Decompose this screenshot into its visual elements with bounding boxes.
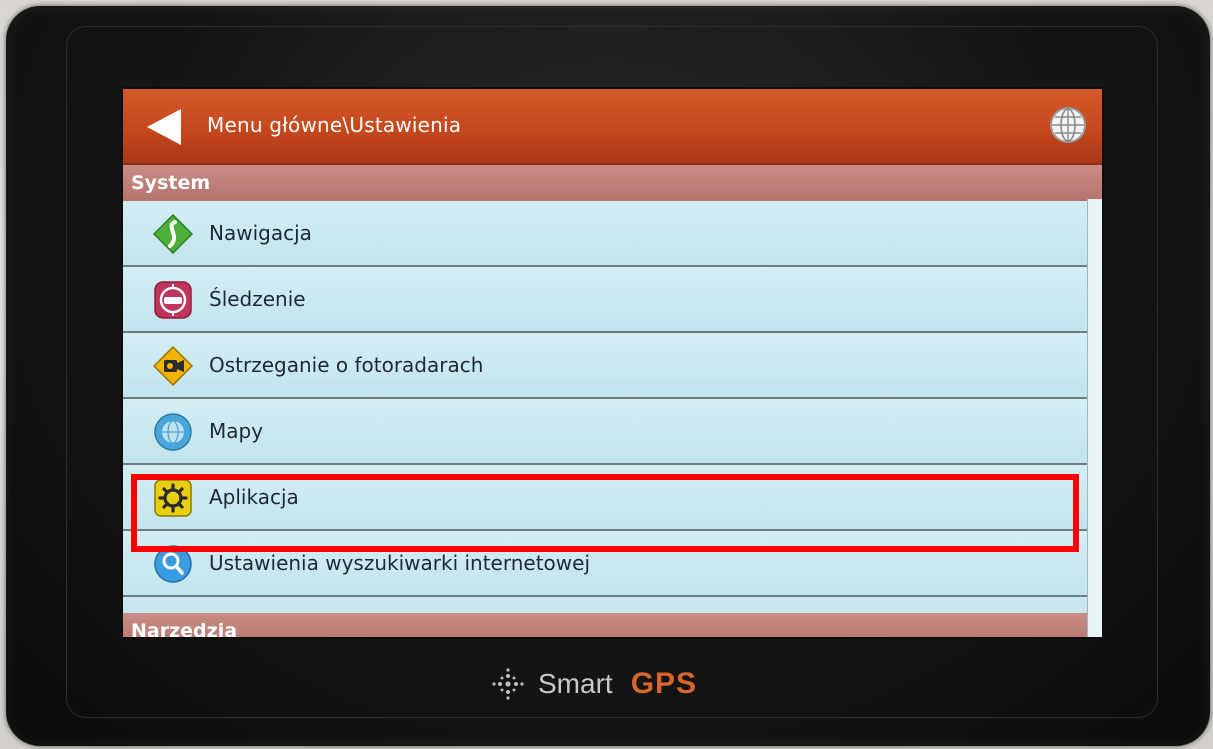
menu-item-label: Śledzenie: [209, 287, 306, 311]
globe-icon: [1050, 107, 1086, 143]
navigation-road-icon: [153, 214, 193, 254]
menu-item-sledzenie[interactable]: Śledzenie: [123, 267, 1088, 333]
menu-item-fotoradary[interactable]: Ostrzeganie o fotoradarach: [123, 333, 1088, 399]
tracking-car-icon: [154, 281, 192, 319]
brand-smart-text: Smart: [538, 668, 613, 699]
menu-item-label: Ostrzeganie o fotoradarach: [209, 353, 484, 377]
section-header-narzedzia: Narzędzia: [123, 613, 1102, 637]
scrollbar[interactable]: [1087, 199, 1102, 637]
menu-item-nawigacja[interactable]: Nawigacja: [123, 201, 1088, 267]
speed-camera-icon: [153, 346, 193, 386]
back-arrow-icon: [147, 109, 181, 145]
language-button[interactable]: [1048, 105, 1088, 145]
menu-item-label: Mapy: [209, 419, 264, 443]
brand-gps-text: GPS: [630, 667, 698, 700]
title-bar: Menu główne\Ustawienia: [123, 89, 1102, 165]
gps-screen: Menu główne\Ustawienia System Nawigacja: [121, 87, 1104, 639]
map-globe-icon: [154, 413, 192, 451]
brand-dots-icon: [492, 668, 524, 700]
menu-item-mapy[interactable]: Mapy: [123, 399, 1088, 465]
back-button[interactable]: [141, 105, 185, 149]
menu-item-label: Nawigacja: [209, 221, 312, 245]
section-header-system: System: [123, 165, 1102, 201]
device-brand-logo: Smart GPS: [488, 664, 697, 704]
highlight-outline: [131, 474, 1079, 552]
menu-item-label: Ustawienia wyszukiwarki internetowej: [209, 551, 591, 575]
breadcrumb: Menu główne\Ustawienia: [207, 113, 462, 137]
